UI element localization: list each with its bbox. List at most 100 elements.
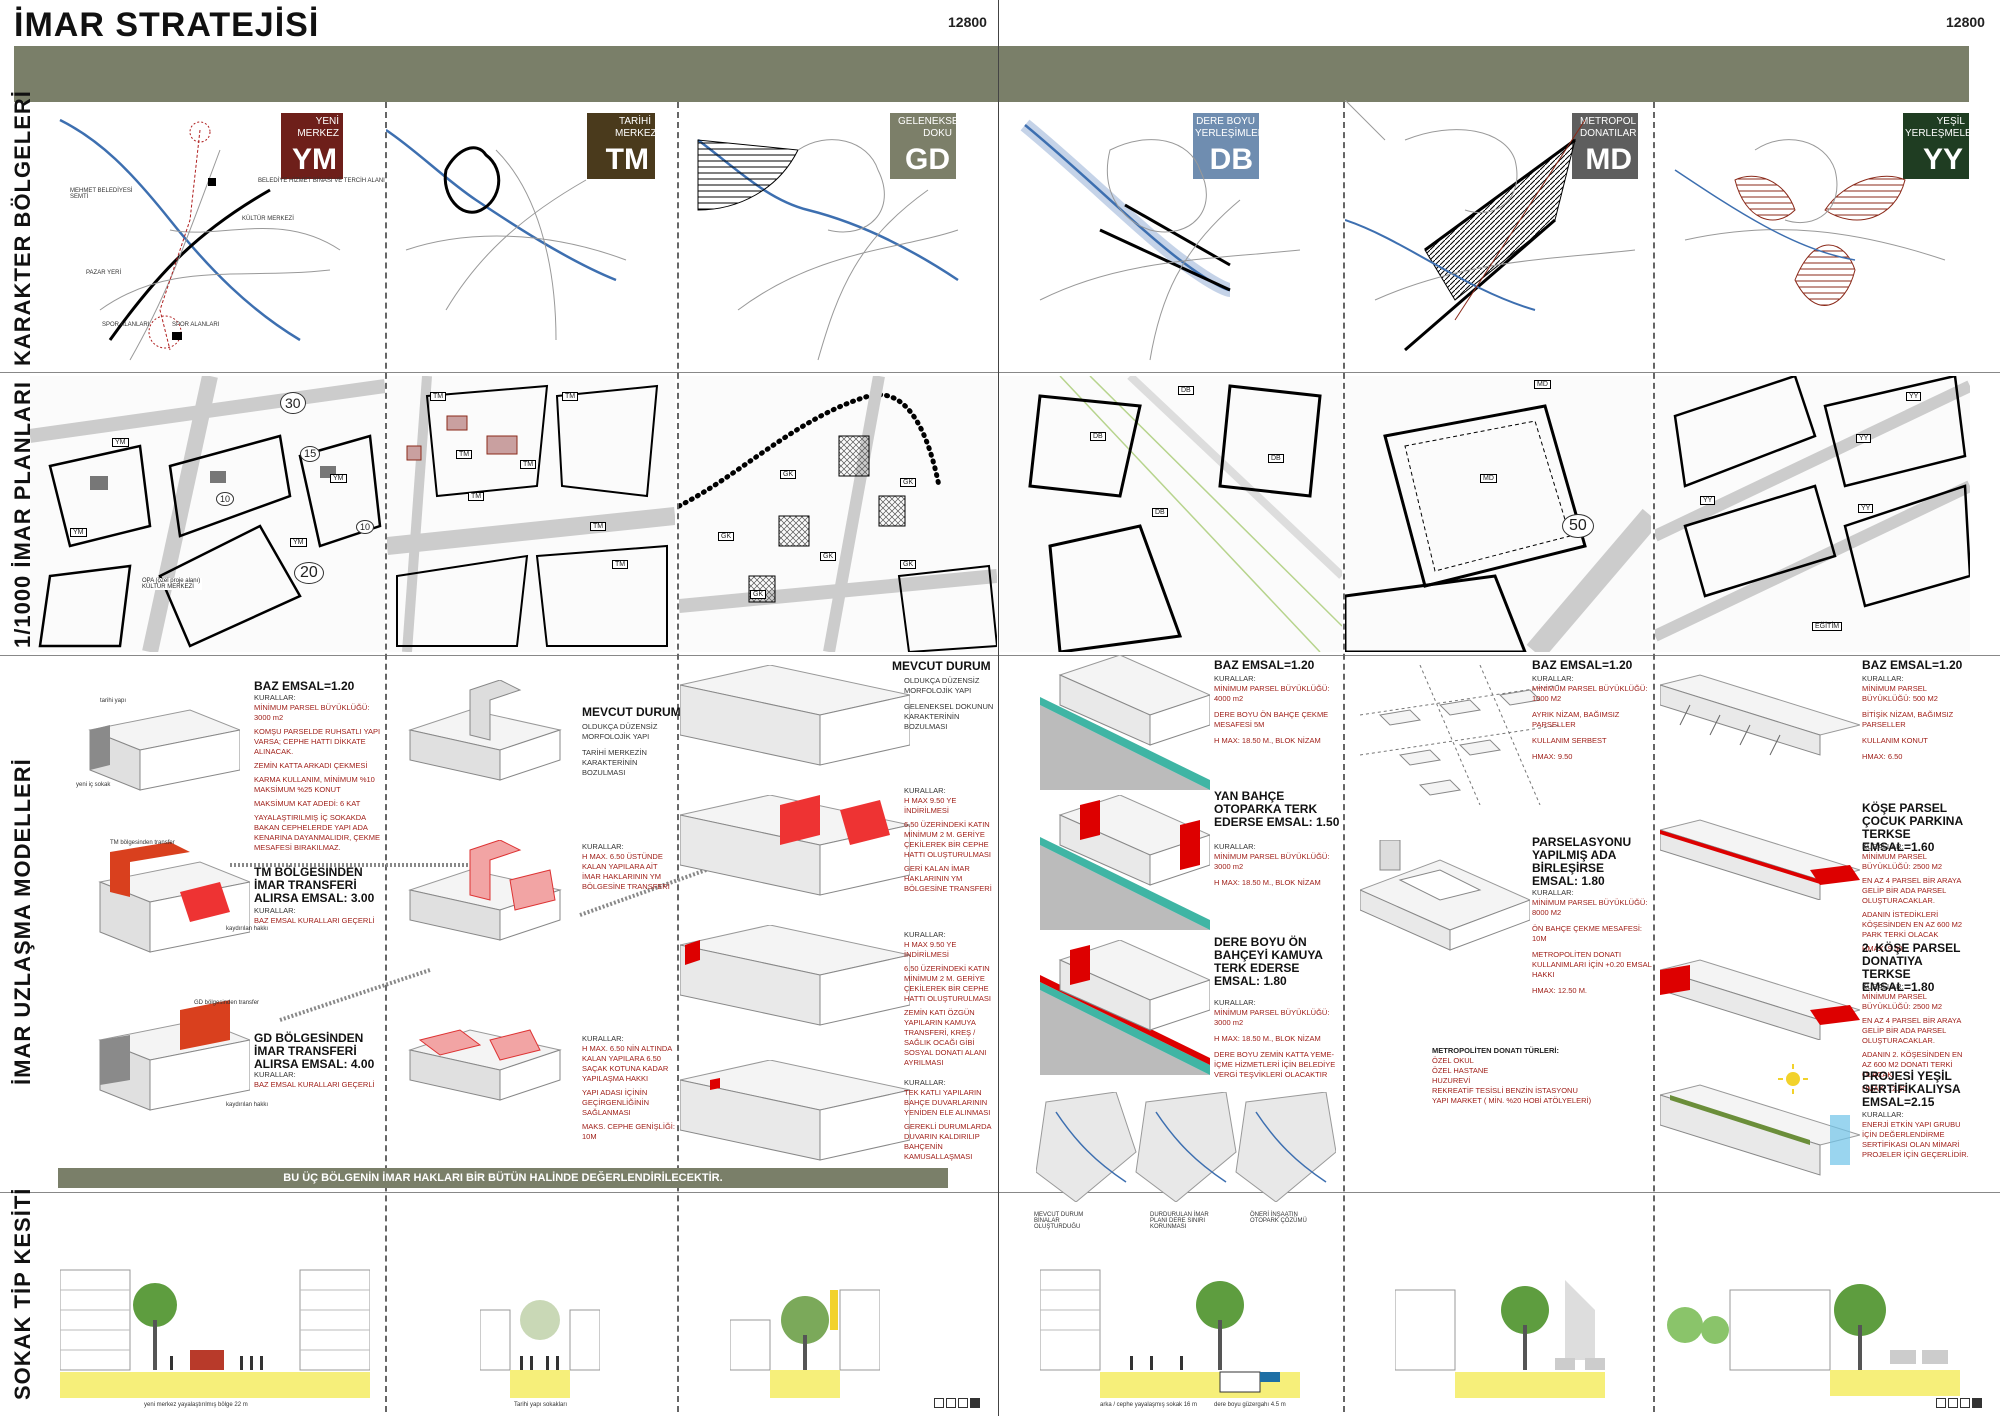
rule-line: AYRIK NİZAM, BAĞIMSIZ PARSELLER [1532, 710, 1620, 729]
map-caption: ÖNERİ İNŞAATIN OTOPARK ÇÖZÜMÜ [1250, 1212, 1307, 1224]
model-ym-gd-transfer [98, 1000, 250, 1111]
rule-line: KOMŞU PARSELDE RUHSATLI YAPI VARSA; CEPH… [254, 727, 381, 756]
rule-line: OLDUKÇA DÜZENSİZ MORFOLOJİK YAPI [582, 722, 658, 741]
page-marker [946, 1398, 956, 1408]
md-donati-list: METROPOLİTEN DONATI TÜRLERİ: ÖZEL OKUL Ö… [1432, 1046, 1642, 1106]
page-marker [934, 1398, 944, 1408]
diagram-tm [386, 128, 627, 341]
gd-rules-4: KURALLAR: TEK KATLI YAPILARIN BAHÇE DUVA… [904, 1078, 998, 1162]
plan-tag: DB [1152, 508, 1168, 517]
section-caption: yeni merkez yayalaştırılmış bölge 22 m [144, 1402, 248, 1408]
plan-tm [387, 376, 675, 652]
sheet-divider [998, 0, 999, 1416]
model-yy-base [1660, 674, 1860, 756]
gd-rules-1: OLDUKÇA DÜZENSİZ MORFOLOJİK YAPI GELENEK… [904, 676, 998, 732]
map-caption: DURDURULAN İMAR PLANI DERE SINIRI KORUNM… [1150, 1212, 1209, 1230]
rule-line: 6.50 ÜZERİNDEKİ KATIN MİNİMUM 2 M. GERİY… [904, 820, 991, 859]
section-tm [480, 1300, 600, 1398]
donati-item: REKREATİF TESİSLİ BENZİN İSTASYONU [1432, 1086, 1578, 1095]
rule-line: KURALLAR: [904, 1078, 946, 1087]
plan-height-tag: 30 [280, 392, 306, 414]
rule-line: GELENEKSEL DOKUNUN KARAKTERİNİN BOZULMAS… [904, 702, 994, 731]
tm-rules-3: KURALLAR: H MAX. 6.50 NİN ALTINDA KALAN … [582, 1034, 677, 1142]
rule-line: KURALLAR: [1862, 842, 1904, 851]
donati-item: YAPI MARKET ( MİN. %20 HOBİ ATÖLYELERİ) [1432, 1096, 1592, 1105]
md-heading-2: PARSELASYONU YAPILMIŞ ADA BİRLEŞİRSE EMS… [1532, 835, 1632, 888]
rule-line: ENERJİ ETKİN YAPI GRUBU İÇİN DEĞERLENDİR… [1862, 1120, 1969, 1159]
plan-tag: TM [430, 392, 447, 401]
rule-line: H MAX 9.50 YE İNDİRİLMESİ [904, 796, 957, 815]
row-divider [0, 1192, 2000, 1193]
plan-height-tag: 10 [356, 520, 375, 534]
rule-line: MAKS. CEPHE GENİŞLİĞİ: 10M [582, 1122, 675, 1141]
section-md [1395, 1280, 1605, 1398]
plan-tag: TM [520, 460, 537, 469]
donati-item: ÖZEL OKUL [1432, 1056, 1474, 1065]
rule-line: GEREKLİ DURUMLARDA DUVARIN KALDIRILIP BA… [904, 1122, 992, 1161]
rule-line: KURALLAR: [1214, 842, 1256, 851]
rule-line: KURALLAR: [1532, 674, 1574, 683]
page-marker [1936, 1398, 1946, 1408]
plan-tag: MD [1534, 380, 1551, 389]
rule-line: MİNİMUM PARSEL BÜYÜKLÜĞÜ: 3000 m2 [1214, 1008, 1330, 1027]
rule-line: TEK KATLI YAPILARIN BAHÇE DUVARLARININ Y… [904, 1088, 991, 1117]
rule-line: 6.50 ÜZERİNDEKİ KATIN MİNİMUM 2 M. GERİY… [904, 964, 991, 1003]
donati-title: METROPOLİTEN DONATI TÜRLERİ: [1432, 1046, 1559, 1055]
model-gd-existing [680, 665, 910, 766]
row-divider [0, 655, 2000, 656]
plan-tag: YY [1856, 434, 1872, 443]
model-gd-option-2 [680, 925, 910, 1026]
rule-line: MİNİMUM PARSEL BÜYÜKLÜĞÜ: 500 M2 [1862, 684, 1938, 703]
rule-line: MİNİMUM PARSEL BÜYÜKLÜĞÜ: 3000 m2 [254, 703, 370, 722]
map-note: MEHMET BELEDİYESİ SEMTİ [70, 188, 133, 200]
rule-line: METROPOLİTEN DONATI KULLANIMLARI İÇİN +0… [1532, 950, 1652, 979]
rule-line: KURALLAR: [904, 930, 946, 939]
tm-rules-2: KURALLAR: H MAX. 6.50 ÜSTÜNDE KALAN YAPI… [582, 842, 677, 892]
plan-tag: GK [900, 478, 917, 487]
rule-line: KURALLAR: [1532, 888, 1574, 897]
plan-tag: GK [900, 560, 917, 569]
section-caption: Tarihi yapı sokakları [514, 1402, 568, 1408]
rule-line: MİNİMUM PARSEL BÜYÜKLÜĞÜ: 8000 M2 [1532, 898, 1648, 917]
yy-rules-1: KURALLAR: MİNİMUM PARSEL BÜYÜKLÜĞÜ: 500 … [1862, 674, 1970, 762]
donati-item: ÖZEL HASTANE [1432, 1066, 1489, 1075]
plan-tag: YY [1700, 496, 1716, 505]
model-note: tarihi yapı [100, 698, 127, 704]
plan-tag: GK [718, 532, 735, 541]
md-heading-1: BAZ EMSAL=1.20 [1532, 658, 1633, 672]
rule-line: H MAX: 18.50 M., BLOK NİZAM [1214, 1034, 1321, 1043]
plan-tag: TM [562, 392, 579, 401]
rule-line: GERİ KALAN İMAR HAKLARININ YM BÖLGESİNE … [904, 864, 992, 893]
db-rules-3: KURALLAR: MİNİMUM PARSEL BÜYÜKLÜĞÜ: 3000… [1214, 998, 1344, 1080]
plan-tag: MD [1480, 474, 1497, 483]
section-ym [60, 1269, 370, 1398]
plan-tag: GK [780, 470, 797, 479]
rule-line: MİNİMUM PARSEL BÜYÜKLÜĞÜ: 4000 m2 [1214, 684, 1330, 703]
model-db-frontyard [1040, 940, 1210, 1075]
rule-line: H MAX. 6.50 NİN ALTINDA KALAN YAPILARA 6… [582, 1044, 672, 1083]
rule-line: H MAX. 6.50 ÜSTÜNDE KALAN YAPILARA AİT İ… [582, 852, 670, 891]
plan-tag: EĞİTİM [1812, 622, 1843, 631]
rule-line: MİNİMUM PARSEL BÜYÜKLÜĞÜ: 3000 m2 [1214, 852, 1330, 871]
row-label-karakter: KARAKTER BÖLGELERİ [10, 90, 35, 366]
row-divider [0, 372, 2000, 373]
model-note: yeni iç sokak [76, 782, 111, 788]
model-tm-existing [408, 680, 562, 781]
map-caption: MEVCUT DURUM BİNALAR OLUŞTURDUĞU [1034, 1212, 1084, 1230]
rule-line: KULLANIM KONUT [1862, 736, 1928, 745]
row-label-uzlasma: İMAR UZLAŞMA MODELLERİ [10, 758, 35, 1085]
db-heading-1: BAZ EMSAL=1.20 [1214, 658, 1315, 672]
model-tm-transfer [408, 840, 562, 941]
tm-rules-1: OLDUKÇA DÜZENSİZ MORFOLOJİK YAPI TARİHİ … [582, 722, 677, 778]
yy-heading-1: BAZ EMSAL=1.20 [1862, 658, 1963, 672]
diagram-ym [59, 118, 341, 361]
model-tm-proposal [408, 1029, 562, 1101]
plan-yy [1655, 376, 1970, 652]
row-label-sokak-kesiti: SOKAK TİP KESİTİ [10, 1187, 35, 1400]
plan-height-tag: 50 [1562, 514, 1594, 538]
rule-line: ZEMİN KATI ÖZGÜN YAPILARIN KAMUYA TRANSF… [904, 1008, 987, 1067]
map-note: PAZAR YERİ [86, 270, 122, 276]
section-db [1040, 1269, 1300, 1398]
rule-line: EN AZ 4 PARSEL BİR ARAYA GELİP BİR ADA P… [1862, 876, 1961, 905]
rule-line: ADANIN İSTEDİKLERİ KÖŞESİNDEN EN AZ 600 … [1862, 910, 1963, 939]
